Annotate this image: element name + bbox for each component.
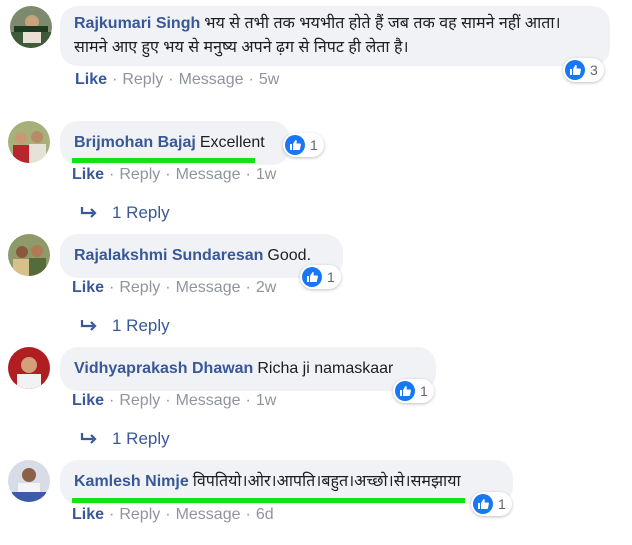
avatar[interactable] bbox=[8, 347, 50, 389]
view-replies-link[interactable]: 1 Reply bbox=[80, 429, 170, 449]
view-replies-label[interactable]: 1 Reply bbox=[112, 316, 170, 336]
reply-link[interactable]: Reply bbox=[119, 166, 160, 183]
comment-text: Good. bbox=[267, 247, 312, 264]
avatar[interactable] bbox=[8, 121, 50, 163]
message-link[interactable]: Message bbox=[176, 166, 241, 183]
comment-actions: Like · Reply · Message · 5w bbox=[75, 71, 280, 88]
like-link[interactable]: Like bbox=[72, 506, 104, 523]
comment-author[interactable]: Vidhyaprakash Dhawan bbox=[74, 360, 253, 377]
like-thumb-icon bbox=[302, 267, 322, 287]
view-replies-label[interactable]: 1 Reply bbox=[112, 429, 170, 449]
reply-arrow-icon bbox=[80, 433, 97, 444]
comment-actions: Like · Reply · Message · 1w bbox=[72, 166, 277, 183]
highlight-underline bbox=[72, 498, 465, 503]
reaction-count-label: 1 bbox=[498, 496, 506, 512]
timestamp[interactable]: 2w bbox=[256, 279, 276, 296]
view-replies-link[interactable]: 1 Reply bbox=[80, 203, 170, 223]
like-thumb-icon bbox=[395, 381, 415, 401]
view-replies-link[interactable]: 1 Reply bbox=[80, 316, 170, 336]
like-link[interactable]: Like bbox=[72, 392, 104, 409]
timestamp[interactable]: 5w bbox=[259, 71, 279, 88]
comment-bubble: Rajkumari Singh भय से तभी तक भयभीत होते ह… bbox=[60, 6, 610, 66]
comment-text: विपतियो।ओर।आपति।बहुत।अच्छो।से।समझाया bbox=[192, 473, 461, 490]
comment-text: Richa ji namaskaar bbox=[257, 360, 394, 377]
reaction-count[interactable]: 1 bbox=[300, 265, 341, 289]
highlight-underline bbox=[72, 158, 255, 163]
like-link[interactable]: Like bbox=[72, 166, 104, 183]
reaction-count[interactable]: 1 bbox=[471, 492, 512, 516]
timestamp[interactable]: 1w bbox=[256, 166, 276, 183]
reply-arrow-icon bbox=[80, 320, 97, 331]
reaction-count[interactable]: 1 bbox=[393, 379, 434, 403]
reaction-count[interactable]: 1 bbox=[283, 133, 324, 157]
message-link[interactable]: Message bbox=[176, 506, 241, 523]
comment-author[interactable]: Rajalakshmi Sundaresan bbox=[74, 247, 263, 264]
comment-bubble: Vidhyaprakash Dhawan Richa ji namaskaar bbox=[60, 347, 436, 391]
like-thumb-icon bbox=[565, 60, 585, 80]
comment-author[interactable]: Kamlesh Nimje bbox=[74, 473, 189, 490]
message-link[interactable]: Message bbox=[176, 279, 241, 296]
reaction-count-label: 1 bbox=[310, 137, 318, 153]
like-link[interactable]: Like bbox=[72, 279, 104, 296]
reply-link[interactable]: Reply bbox=[122, 71, 163, 88]
comment-text: Excellent bbox=[199, 134, 265, 151]
reaction-count[interactable]: 3 bbox=[563, 58, 604, 82]
reply-link[interactable]: Reply bbox=[119, 279, 160, 296]
avatar[interactable] bbox=[10, 6, 52, 48]
like-link[interactable]: Like bbox=[75, 71, 107, 88]
reaction-count-label: 1 bbox=[327, 269, 335, 285]
like-thumb-icon bbox=[285, 135, 305, 155]
message-link[interactable]: Message bbox=[179, 71, 244, 88]
timestamp[interactable]: 6d bbox=[256, 506, 274, 523]
reply-link[interactable]: Reply bbox=[119, 506, 160, 523]
reaction-count-label: 3 bbox=[590, 62, 598, 78]
like-thumb-icon bbox=[473, 494, 493, 514]
avatar[interactable] bbox=[8, 234, 50, 276]
message-link[interactable]: Message bbox=[176, 392, 241, 409]
timestamp[interactable]: 1w bbox=[256, 392, 276, 409]
comment-author[interactable]: Brijmohan Bajaj bbox=[74, 134, 196, 151]
reaction-count-label: 1 bbox=[420, 383, 428, 399]
reply-link[interactable]: Reply bbox=[119, 392, 160, 409]
comment-author[interactable]: Rajkumari Singh bbox=[74, 15, 200, 32]
comment-actions: Like · Reply · Message · 2w bbox=[72, 279, 277, 296]
comment-actions: Like · Reply · Message · 1w bbox=[72, 392, 277, 409]
view-replies-label[interactable]: 1 Reply bbox=[112, 203, 170, 223]
reply-arrow-icon bbox=[80, 207, 97, 218]
avatar[interactable] bbox=[8, 460, 50, 502]
comment-actions: Like · Reply · Message · 6d bbox=[72, 506, 274, 523]
